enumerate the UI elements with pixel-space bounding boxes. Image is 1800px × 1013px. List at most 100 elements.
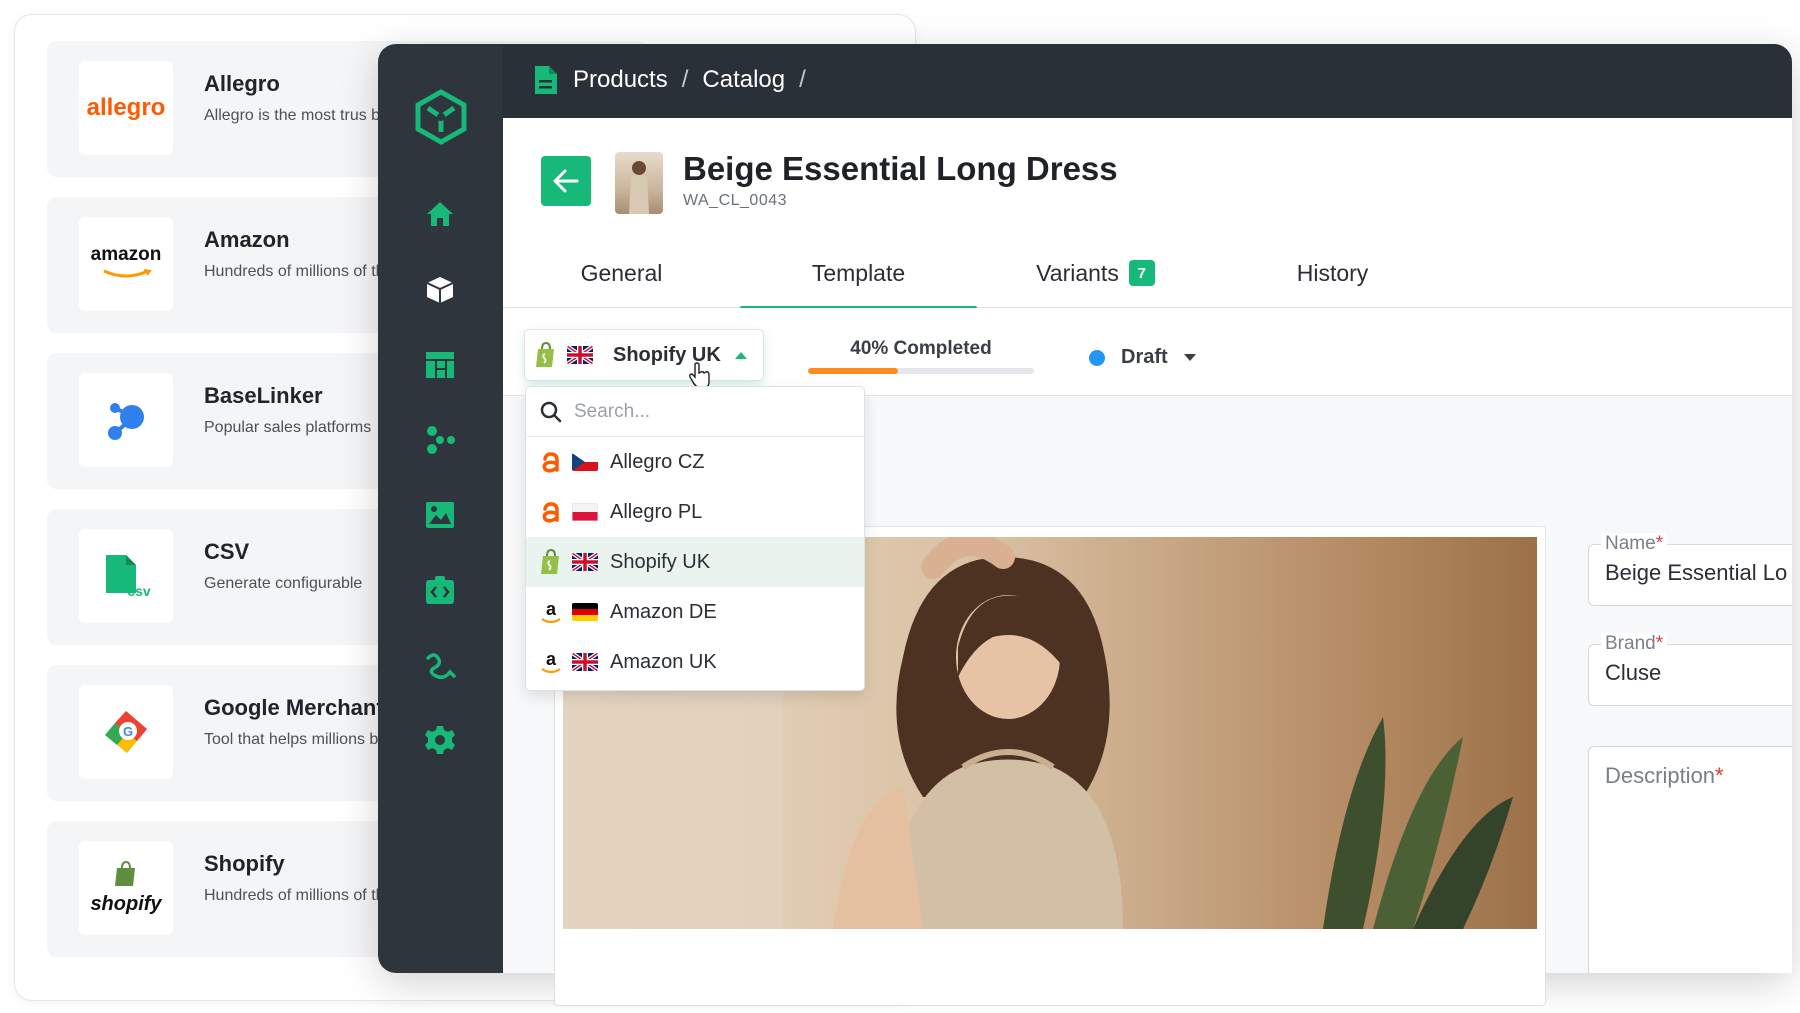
breadcrumb: Products / Catalog / [533,64,806,96]
tab-variants[interactable]: Variants 7 [977,238,1214,308]
product-sku: WA_CL_0043 [683,192,788,209]
tab-label: General [580,259,663,286]
form-column: Name* Beige Essential Lo Brand* Cluse De… [1560,500,1792,973]
description-label: Description* [1605,763,1724,788]
dropdown-item-amazon-uk[interactable]: a Amazon UK [526,637,864,687]
tab-label: Template [811,259,906,286]
dropdown-item-allegro-cz[interactable]: Allegro CZ [526,437,864,487]
document-icon [535,66,557,94]
amazon-icon: a [540,599,562,625]
flag-uk-icon [572,653,598,671]
home-icon[interactable] [422,196,458,232]
flag-de-icon [572,603,598,621]
workflow-icon[interactable] [422,647,458,683]
description-field[interactable]: Description* [1588,746,1792,973]
app-logo-icon[interactable] [412,88,470,146]
progress-label: 40% Completed [850,338,992,359]
dropdown-item-label: Shopify UK [610,550,711,573]
google-merchant-icon: G [105,711,147,753]
tab-label: History [1296,259,1369,286]
store-selector[interactable]: Shopify UK [525,330,763,380]
connections-icon[interactable] [422,422,458,458]
breadcrumb-products[interactable]: Products [573,66,668,94]
tab-label: Variants [1036,259,1119,286]
tab-general[interactable]: General [503,238,740,308]
search-input[interactable] [574,400,834,423]
progress-track [808,368,1034,374]
amazon-logo: amazon [79,217,173,311]
tab-template[interactable]: Template [740,238,977,310]
dropdown-item-allegro-pl[interactable]: Allegro PL [526,487,864,537]
dropdown-item-label: Amazon UK [610,650,717,673]
chevron-up-icon [734,351,747,359]
status-label: Draft [1121,346,1168,368]
amazon-logo-text: amazon [90,244,162,265]
chevron-down-icon [1183,354,1196,361]
breadcrumb-separator: / [799,66,806,93]
gear-icon[interactable] [422,722,458,758]
allegro-icon [540,499,562,525]
image-icon[interactable] [422,497,458,533]
csv-logo: csv [79,529,173,623]
product-thumbnail [615,152,663,214]
dropdown-item-label: Amazon DE [610,600,717,623]
brand-value: Cluse [1605,660,1662,685]
allegro-icon [540,449,562,475]
baselinker-icon [108,403,144,440]
google-merchant-logo: G [79,685,173,779]
flag-pl-icon [572,503,598,521]
name-label: Name* [1601,533,1668,555]
name-value: Beige Essential Lo [1605,560,1788,585]
topbar: Products / Catalog / [503,44,1792,118]
template-toolbar: Shopify UK 40% Completed Draft [503,308,1792,396]
name-field[interactable]: Name* Beige Essential Lo [1588,533,1792,606]
required-mark: * [1655,633,1664,654]
hand-pointer-cursor-icon [689,362,710,389]
tab-bar: General Template Variants 7 History [503,238,1792,310]
arrow-left-icon [553,169,579,193]
variants-count-badge: 7 [1128,260,1155,286]
dropdown-item-label: Allegro PL [610,500,703,523]
integration-name: Allegro [204,71,280,96]
dropdown-item-amazon-de[interactable]: a Amazon DE [526,587,864,637]
code-icon[interactable] [422,572,458,608]
csv-logo-text: csv [127,583,151,599]
integration-name: CSV [204,539,250,564]
breadcrumb-catalog[interactable]: Catalog [702,66,785,94]
progress-fill [808,368,899,374]
amazon-smile-icon [103,269,152,278]
box-icon[interactable] [422,272,458,308]
completion-progress: 40% Completed [808,338,1034,374]
svg-text:a: a [546,599,557,619]
shopify-icon [536,342,554,367]
status-dot [1089,349,1105,366]
shopify-bag-icon [115,860,135,886]
baselinker-logo [79,373,173,467]
dashboard-icon[interactable] [422,347,458,383]
required-mark: * [1715,763,1724,788]
status-selector[interactable]: Draft [1089,346,1196,369]
amazon-icon: a [540,649,562,675]
integration-name: Google Merchant [204,695,384,720]
allegro-logo-text: allegro [86,94,166,121]
allegro-logo: allegro [79,61,173,155]
dropdown-item-label: Allegro CZ [610,450,705,473]
dropdown-search [526,387,864,437]
store-dropdown: Allegro CZ Allegro PL Shopify UK a Amazo… [526,387,864,690]
flag-uk-icon [572,553,598,571]
flag-uk-icon [567,346,593,364]
shopify-logo: shopify [79,841,173,935]
back-button[interactable] [541,156,591,206]
sidebar [378,44,503,973]
tab-history[interactable]: History [1214,238,1451,308]
shopify-logo-text: shopify [90,893,162,915]
shopify-icon [540,549,562,575]
brand-field[interactable]: Brand* Cluse [1588,633,1792,706]
integration-name: Shopify [204,851,285,876]
integration-name: Amazon [204,227,290,252]
product-title: Beige Essential Long Dress [683,150,1118,187]
dropdown-item-shopify-uk[interactable]: Shopify UK [526,537,864,587]
brand-label: Brand* [1601,633,1668,655]
integration-name: BaseLinker [204,383,323,408]
breadcrumb-separator: / [681,66,689,93]
